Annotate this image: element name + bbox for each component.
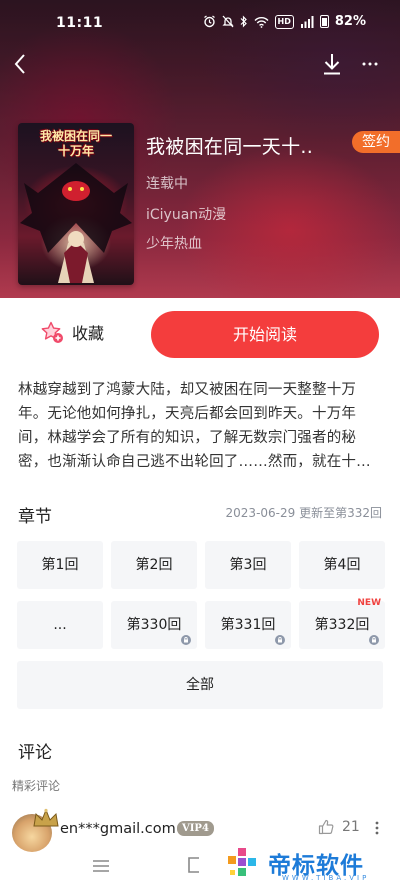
chapter-label: 第331回 [220, 617, 276, 633]
chapter-button-locked[interactable]: NEW 第332回 [299, 598, 385, 649]
favorite-button[interactable]: 收藏 [40, 320, 104, 344]
status-icons: HD 82% [203, 14, 366, 29]
signed-badge: 签约 [352, 131, 400, 153]
favorite-label: 收藏 [72, 324, 105, 343]
comment-username[interactable]: en***gmail.com [60, 821, 176, 837]
chapter-button-locked[interactable]: 第330回 [111, 601, 197, 649]
hd-badge: HD [274, 14, 294, 29]
bluetooth-icon [240, 15, 248, 29]
lock-icon [275, 635, 285, 645]
chapter-button[interactable]: 第2回 [111, 541, 197, 589]
chapter-button-locked[interactable]: 第331回 [205, 601, 291, 649]
avatar[interactable] [12, 808, 59, 852]
chapters-update-info: 2023-06-29 更新至第332回 [225, 506, 382, 520]
battery-icon [319, 15, 329, 28]
lock-icon [181, 635, 191, 645]
chapter-button[interactable]: 第4回 [299, 541, 385, 589]
home-icon[interactable] [186, 856, 202, 874]
comments-subtitle: 精彩评论 [12, 779, 61, 793]
alarm-icon [203, 15, 216, 29]
chapters-header: 章节 2023-06-29 更新至第332回 [0, 500, 400, 527]
chapter-button[interactable]: 第3回 [205, 541, 291, 589]
lock-icon [369, 635, 379, 645]
chapter-label: 第332回 [314, 617, 370, 633]
crown-icon [33, 808, 59, 827]
chapters-title: 章节 [18, 507, 52, 527]
wifi-icon [254, 15, 269, 29]
chapter-button[interactable]: 第1回 [17, 541, 103, 589]
book-publisher[interactable]: iCiyuan动漫 [146, 204, 226, 224]
vip-badge: VIP4 [177, 821, 214, 836]
download-icon[interactable] [320, 50, 344, 78]
more-vertical-icon[interactable] [368, 818, 386, 838]
status-time: 11:11 [56, 15, 104, 31]
thumbs-up-icon [318, 819, 334, 835]
book-title: 我被困在同一天十.. [146, 136, 314, 158]
watermark-logo-icon [228, 848, 256, 876]
like-button[interactable]: 21 [318, 819, 360, 835]
battery-percent: 82% [334, 14, 366, 29]
start-reading-button[interactable]: 开始阅读 [151, 311, 379, 358]
new-tag: NEW [357, 598, 381, 608]
cover-art-image [20, 163, 132, 283]
action-row: 收藏 开始阅读 [0, 298, 400, 372]
book-cover[interactable]: 我被困在同一 十万年 [18, 123, 134, 285]
back-arrow-icon[interactable] [8, 50, 32, 78]
status-bar: 11:11 HD 82% [0, 0, 400, 46]
watermark-url: WWW.TIBA.VIP [282, 874, 370, 882]
book-description[interactable]: 林越穿越到了鸿蒙大陆，却又被困在同一天整整十万年。无论他如何挣扎，天亮后都会回到… [18, 378, 384, 474]
chapter-label: 第330回 [126, 617, 182, 633]
all-chapters-button[interactable]: 全部 [17, 661, 383, 709]
book-genre[interactable]: 少年热血 [146, 233, 202, 253]
recents-menu-icon[interactable] [92, 858, 110, 874]
mute-icon [221, 15, 234, 29]
chapter-ellipsis-button[interactable]: ... [17, 601, 103, 649]
more-dots-icon[interactable] [358, 50, 382, 78]
comments-title: 评论 [18, 743, 52, 763]
signal-icon [300, 15, 314, 29]
book-status: 连载中 [146, 176, 188, 192]
favorite-star-icon [41, 321, 63, 343]
top-navigation [0, 46, 400, 86]
like-count: 21 [342, 819, 360, 835]
watermark: 帝标软件 WWW.TIBA.VIP [226, 840, 396, 886]
